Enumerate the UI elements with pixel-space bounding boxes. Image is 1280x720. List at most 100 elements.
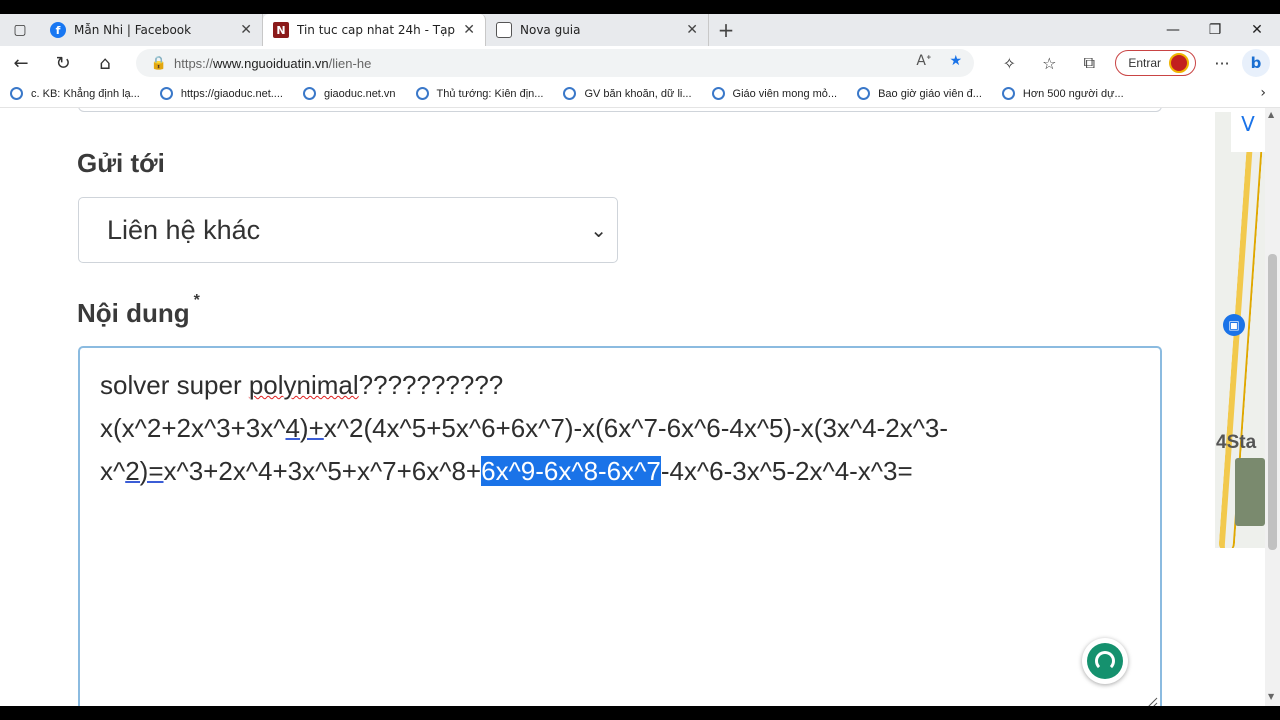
bookmark-label: Thủ tướng: Kiên địn... xyxy=(436,87,544,100)
map-widget[interactable]: V ▣ 4Sta xyxy=(1215,112,1265,548)
send-to-value: Liên hệ khác xyxy=(107,214,261,245)
map-label: 4Sta xyxy=(1216,432,1257,453)
bookmark-item[interactable]: GV băn khoăn, dữ li... xyxy=(553,80,701,108)
grammarly-inner xyxy=(1087,643,1123,679)
url-prefix: https:// xyxy=(174,55,214,71)
bookmark-item[interactable]: giaoduc.net.vn xyxy=(293,80,406,108)
collections-icon[interactable]: ⧉ xyxy=(1069,53,1109,73)
tab-title: Nova guia xyxy=(520,23,581,37)
page-content: Gửi tới Liên hệ khác ⌄ Nội dung * solver … xyxy=(0,108,1280,706)
bing-icon[interactable]: b xyxy=(1242,49,1270,77)
sign-in-button[interactable]: Entrar xyxy=(1115,50,1196,76)
required-mark: * xyxy=(193,292,200,309)
bookmark-label: Hơn 500 người dự... xyxy=(1022,87,1124,100)
globe-icon xyxy=(563,87,577,100)
bookmark-item[interactable]: https://giaoduc.net.... xyxy=(150,80,293,108)
text-segment: solver super xyxy=(100,370,249,400)
refresh-icon[interactable]: ↻ xyxy=(42,46,84,80)
page-scrollbar[interactable]: ▲ ▼ xyxy=(1265,108,1280,706)
scrollbar-thumb[interactable] xyxy=(1268,254,1277,550)
sign-in-label: Entrar xyxy=(1128,56,1161,70)
map-top-glyph: V xyxy=(1231,112,1265,152)
chevron-right-icon[interactable]: › xyxy=(1260,85,1266,101)
tab-actions-icon[interactable]: ▢ xyxy=(0,14,40,46)
bookmark-item[interactable]: Bao giờ giáo viên đ... xyxy=(847,80,992,108)
scroll-up-icon[interactable]: ▲ xyxy=(1268,110,1274,119)
home-icon[interactable]: ⌂ xyxy=(84,46,126,80)
spelling-error-word: polynimal xyxy=(248,370,359,400)
bookmark-item[interactable]: Hơn 500 người dự... xyxy=(992,80,1134,108)
facebook-icon: f xyxy=(50,22,66,38)
text-segment: -4x^6-3x^5-2x^4-x^3= xyxy=(660,456,913,486)
read-aloud-icon[interactable]: Aᐩ xyxy=(916,53,931,69)
text-segment: x^ xyxy=(100,456,126,486)
tab-nguoiduatin[interactable]: N Tin tuc cap nhat 24h - Tạp chí điện tử… xyxy=(263,14,486,46)
globe-icon xyxy=(159,87,173,100)
globe-icon xyxy=(1001,87,1015,100)
bookmark-item[interactable]: c. KB: Khẳng định lạ... xyxy=(0,80,150,108)
send-to-label: Gửi tới xyxy=(77,148,165,178)
close-icon[interactable]: ✕ xyxy=(240,22,252,38)
url-host: www.nguoiduatin.vn xyxy=(213,55,329,71)
bookmark-label: Bao giờ giáo viên đ... xyxy=(878,87,982,100)
grammarly-ring xyxy=(1095,651,1115,671)
bus-stop-icon: ▣ xyxy=(1223,314,1245,336)
favorites-icon[interactable]: ☆ xyxy=(1029,54,1069,73)
tab-title: Tin tuc cap nhat 24h - Tạp chí điện tử xyxy=(297,23,457,37)
lock-icon[interactable]: 🔒 xyxy=(144,56,174,71)
map-photo-thumbnail[interactable] xyxy=(1235,458,1265,526)
navigation-bar: ← ↻ ⌂ 🔒 https://www.nguoiduatin.vn/lien-… xyxy=(0,46,1280,80)
url-path: /lien-he xyxy=(328,55,372,71)
minimize-icon[interactable]: — xyxy=(1152,14,1194,46)
grammarly-icon[interactable] xyxy=(1082,638,1128,684)
screen-top-bar xyxy=(0,0,1280,14)
content-textarea[interactable]: solver super polynimal?????????? x(x^2+2… xyxy=(78,346,1162,706)
more-menu-icon[interactable]: ··· xyxy=(1202,54,1242,73)
bookmark-label: giaoduc.net.vn xyxy=(323,87,396,100)
text-segment: x^2(4x^5+5x^6+6x^7)-x(6x^7-6x^6-4x^5)-x(… xyxy=(323,413,949,443)
resize-handle-icon[interactable] xyxy=(1144,696,1158,706)
avatar xyxy=(1169,53,1189,73)
tab-facebook[interactable]: f Mẫn Nhi | Facebook ✕ xyxy=(40,14,263,46)
bookmark-item[interactable]: Thủ tướng: Kiên địn... xyxy=(406,80,554,108)
previous-field-edge xyxy=(78,108,1162,112)
content-label-text: Nội dung xyxy=(77,298,190,328)
address-bar[interactable]: 🔒 https://www.nguoiduatin.vn/lien-he Aᐩ … xyxy=(136,49,974,77)
close-icon[interactable]: ✕ xyxy=(686,22,698,38)
scroll-down-icon[interactable]: ▼ xyxy=(1268,692,1274,701)
content-label: Nội dung * xyxy=(77,292,200,329)
text-segment: x^3+2x^4+3x^5+x^7+6x^8+ xyxy=(163,456,482,486)
bookmarks-bar: c. KB: Khẳng định lạ... https://giaoduc.… xyxy=(0,80,1280,108)
text-line-2: x(x^2+2x^3+3x^4)+x^2(4x^5+5x^6+6x^7)-x(6… xyxy=(100,407,1140,450)
globe-icon xyxy=(857,87,871,100)
newtab-icon xyxy=(496,22,512,38)
tab-title: Mẫn Nhi | Facebook xyxy=(74,23,192,37)
new-tab-button[interactable]: + xyxy=(709,18,743,42)
favorite-star-icon[interactable]: ★ xyxy=(949,53,962,69)
globe-icon xyxy=(302,87,316,100)
window-close-icon[interactable]: ✕ xyxy=(1236,14,1278,46)
text-line-3: x^2)=x^3+2x^4+3x^5+x^7+6x^8+6x^9-6x^8-6x… xyxy=(100,450,1140,493)
tab-nova-guia[interactable]: Nova guia ✕ xyxy=(486,14,709,46)
bookmark-item[interactable]: Giáo viên mong mỏ... xyxy=(702,80,848,108)
globe-icon xyxy=(10,87,23,100)
grammar-suggestion: 4)+ xyxy=(285,413,324,443)
text-segment: x(x^2+2x^3+3x^ xyxy=(100,413,286,443)
restore-icon[interactable]: ❐ xyxy=(1194,14,1236,46)
close-icon[interactable]: ✕ xyxy=(463,22,475,38)
chevron-down-icon: ⌄ xyxy=(590,220,607,242)
n-logo-icon: N xyxy=(273,22,289,38)
back-icon[interactable]: ← xyxy=(0,46,42,80)
extensions-icon[interactable]: ✧ xyxy=(989,54,1029,73)
selected-text: 6x^9-6x^8-6x^7 xyxy=(481,456,661,486)
bookmark-label: GV băn khoăn, dữ li... xyxy=(584,87,692,100)
globe-icon xyxy=(415,87,429,100)
globe-icon xyxy=(711,87,725,100)
tab-strip: ▢ f Mẫn Nhi | Facebook ✕ N Tin tuc cap n… xyxy=(0,14,1280,46)
grammar-suggestion: 2)= xyxy=(125,456,164,486)
text-line-1: solver super polynimal?????????? xyxy=(100,364,1140,407)
bookmark-label: https://giaoduc.net.... xyxy=(180,87,283,100)
send-to-select[interactable]: Liên hệ khác ⌄ xyxy=(78,197,618,263)
text-segment: ?????????? xyxy=(358,370,504,400)
bookmark-label: Giáo viên mong mỏ... xyxy=(732,87,838,100)
